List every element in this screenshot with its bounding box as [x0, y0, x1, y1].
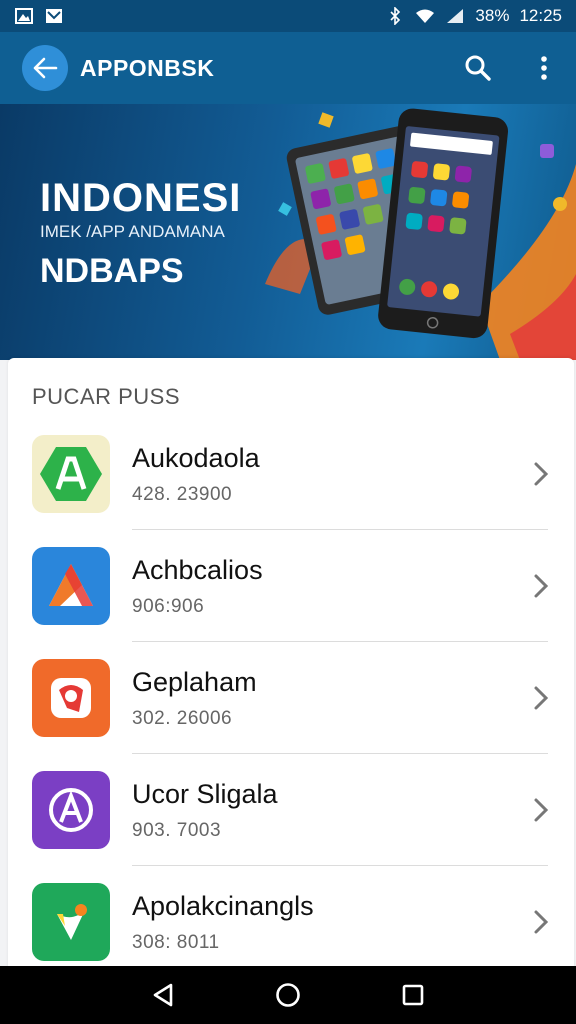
nav-recents-button[interactable] [393, 975, 433, 1015]
nav-home-button[interactable] [268, 975, 308, 1015]
back-button[interactable] [22, 45, 68, 91]
app-size: 302. 26006 [132, 707, 233, 729]
list-item[interactable]: Apolakcinangls 308: 8011 [8, 866, 574, 978]
search-button[interactable] [462, 52, 494, 84]
green-a-app-icon [32, 435, 110, 513]
more-options-button[interactable] [528, 52, 560, 84]
app-title: APPONBSK [80, 54, 215, 81]
chevron-right-icon [534, 462, 549, 486]
app-size: 428. 23900 [132, 483, 233, 505]
app-size: 906:906 [132, 595, 205, 617]
chevron-right-icon [534, 574, 549, 598]
banner-subtitle: IMEK /APP ANDAMANA [40, 222, 225, 241]
chevron-right-icon [534, 910, 549, 934]
nav-back-icon [153, 983, 172, 1007]
app-list: Aukodaola 428. 23900 Achbcalios 906:906 [8, 418, 574, 978]
app-size: 903. 7003 [132, 819, 222, 841]
devices-illustration [265, 108, 576, 360]
triangle-app-icon [32, 547, 110, 625]
app-name: Apolakcinangls [132, 890, 314, 921]
list-item[interactable]: Aukodaola 428. 23900 [8, 418, 574, 530]
status-bar: 38% 12:25 [0, 0, 576, 32]
promo-banner[interactable]: INDONESI IMEK /APP ANDAMANA NDBAPS [0, 104, 576, 360]
banner-title-secondary: NDBAPS [40, 252, 184, 290]
list-item[interactable]: Geplaham 302. 26006 [8, 642, 574, 754]
green-leaf-app-icon [32, 883, 110, 961]
signal-icon [445, 7, 465, 25]
app-name: Geplaham [132, 666, 257, 697]
purple-a-app-icon [32, 771, 110, 849]
app-size: 308: 8011 [132, 931, 220, 953]
bluetooth-icon [385, 7, 405, 25]
nav-recents-icon [403, 984, 424, 1006]
app-name: Achbcalios [132, 554, 263, 585]
orange-badge-app-icon [32, 659, 110, 737]
apps-card: PUCAR PUSS Aukodaola 428. 23900 Achbcali… [8, 358, 574, 968]
app-name: Aukodaola [132, 442, 260, 473]
section-title: PUCAR PUSS [32, 384, 181, 409]
list-item[interactable]: Ucor Sligala 903. 7003 [8, 754, 574, 866]
search-icon [465, 55, 491, 81]
more-vert-icon [541, 56, 547, 80]
battery-level: 38% [475, 6, 510, 25]
back-arrow-icon [33, 57, 58, 79]
system-nav-bar [0, 966, 576, 1024]
wifi-icon [415, 7, 435, 25]
nav-home-icon [276, 983, 300, 1007]
list-item[interactable]: Achbcalios 906:906 [8, 530, 574, 642]
chevron-right-icon [534, 798, 549, 822]
mail-icon [44, 7, 64, 25]
app-name: Ucor Sligala [132, 778, 278, 809]
banner-title: INDONESI [40, 176, 242, 220]
clock: 12:25 [519, 6, 562, 25]
gallery-icon [14, 7, 34, 25]
chevron-right-icon [534, 686, 549, 710]
nav-back-button[interactable] [143, 975, 183, 1015]
app-bar: APPONBSK [0, 32, 576, 104]
